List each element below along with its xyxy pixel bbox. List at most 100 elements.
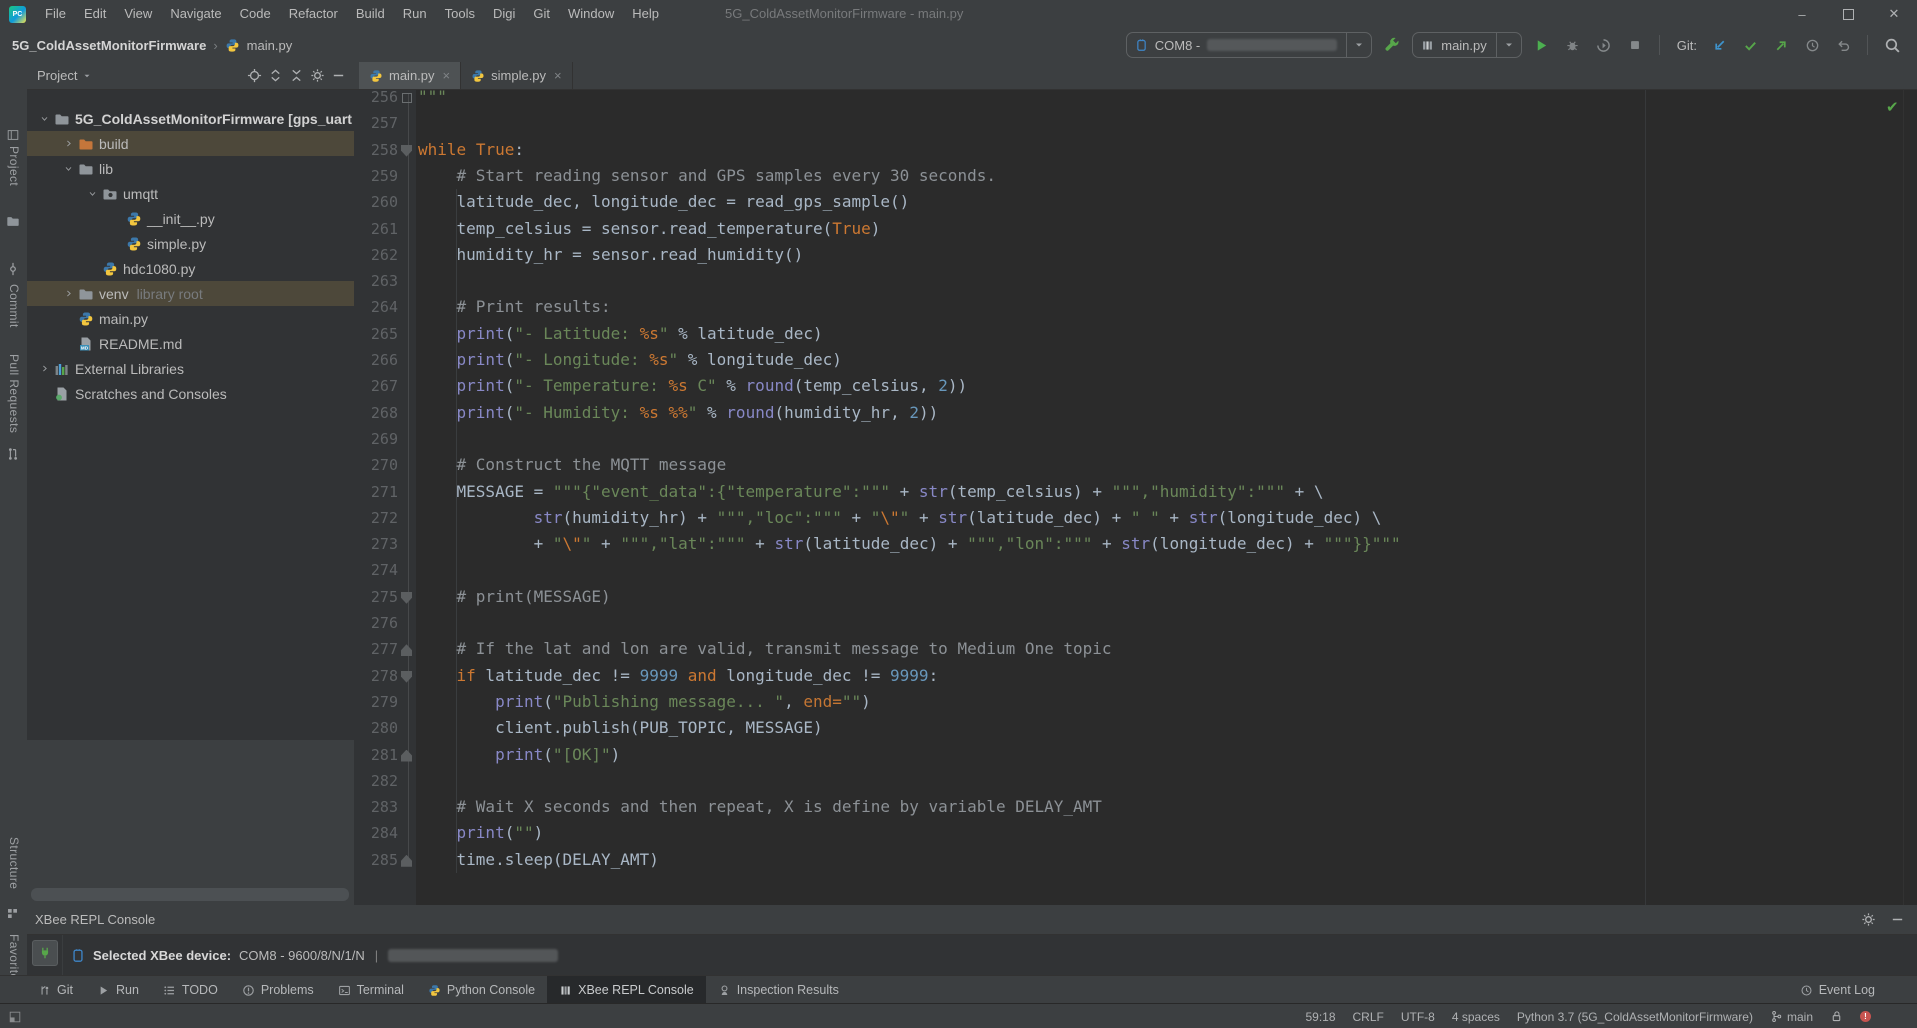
run-config-caret-icon[interactable] [1496,33,1515,57]
maximize-button[interactable] [1825,0,1871,28]
close-button[interactable]: ✕ [1871,0,1917,28]
menu-digi[interactable]: Digi [484,0,524,28]
fold-marker-icon[interactable] [402,93,412,103]
chevron-right-icon[interactable] [59,289,77,298]
tree-item[interactable]: __init__.py [27,206,354,231]
run-config-selector[interactable]: main.py [1412,32,1522,58]
python-icon [125,236,143,252]
inspection-ok-icon[interactable]: ✔ [1886,98,1899,116]
toolwindow-tab-terminal[interactable]: Terminal [326,976,416,1004]
sidebar-item-structure[interactable]: Structure [7,837,21,889]
menu-edit[interactable]: Edit [75,0,115,28]
git-update-button[interactable] [1708,34,1730,56]
tree-item[interactable]: hdc1080.py [27,256,354,281]
toolwindow-tab-problems[interactable]: Problems [230,976,326,1004]
connect-plug-icon[interactable] [32,940,58,966]
tree-item[interactable]: lib [27,156,354,181]
toolwindow-tab-python-console[interactable]: Python Console [416,976,547,1004]
python-interpreter[interactable]: Python 3.7 (5G_ColdAssetMonitorFirmware) [1517,1010,1753,1024]
stop-button[interactable] [1624,34,1646,56]
tree-item[interactable]: main.py [27,306,354,331]
tool-window-switcher-icon[interactable] [0,1010,22,1024]
tree-item[interactable]: MDREADME.md [27,331,354,356]
menu-file[interactable]: File [36,0,75,28]
menu-window[interactable]: Window [559,0,623,28]
menu-run[interactable]: Run [394,0,436,28]
tab-simple.py[interactable]: simple.py× [461,62,573,89]
rollback-button[interactable] [1832,34,1854,56]
tree-item[interactable]: venvlibrary root [27,281,354,306]
debug-button[interactable] [1562,34,1584,56]
sidebar-item-commit[interactable]: Commit [7,284,21,328]
chevron-down-icon[interactable] [83,189,101,198]
panel-settings-gear-icon[interactable] [310,68,325,83]
toolwindow-tab-inspection-results[interactable]: Inspection Results [706,976,851,1004]
tree-item[interactable]: umqtt [27,181,354,206]
device-selector[interactable]: COM8 - [1126,32,1373,58]
sidebar-item-pull-requests[interactable]: Pull Requests [7,354,21,433]
run-icon [97,984,110,997]
breadcrumb-project[interactable]: 5G_ColdAssetMonitorFirmware [12,38,206,53]
tree-item[interactable]: Scratches and Consoles [27,381,354,406]
toolwindow-tab-xbee-repl-console[interactable]: XBee REPL Console [547,976,706,1004]
tree-item[interactable]: 5G_ColdAssetMonitorFirmware [gps_uart [27,106,354,131]
chevron-right-icon[interactable] [59,139,77,148]
chevron-right-icon[interactable] [35,364,53,373]
project-window-icon[interactable] [6,128,20,142]
build-wrench-icon[interactable] [1381,34,1403,56]
run-button[interactable] [1531,34,1553,56]
menu-navigate[interactable]: Navigate [161,0,230,28]
close-tab-icon[interactable]: × [554,68,562,83]
tree-item[interactable]: External Libraries [27,356,354,381]
search-everywhere-icon[interactable] [1881,34,1903,56]
menu-build[interactable]: Build [347,0,394,28]
event-log-button[interactable]: Event Log [1800,976,1917,1004]
folder-icon [53,111,71,127]
sidebar-item-project[interactable]: Project [7,146,21,186]
minimize-button[interactable]: – [1779,0,1825,28]
tab-main.py[interactable]: main.py× [359,62,461,89]
toolwindow-tab-git[interactable]: Git [26,976,85,1004]
git-push-button[interactable] [1770,34,1792,56]
redacted-device-detail [388,949,558,962]
tree-item[interactable]: build [27,131,354,156]
commit-icon[interactable] [6,262,20,276]
breadcrumb-file[interactable]: main.py [247,38,293,53]
expand-all-icon[interactable] [268,68,283,83]
menu-code[interactable]: Code [231,0,280,28]
menu-refactor[interactable]: Refactor [280,0,347,28]
device-dropdown-caret-icon[interactable] [1346,33,1365,57]
chevron-down-icon[interactable] [59,164,77,173]
code-editor[interactable]: ✔ 256"""257258while True:259 # Start rea… [354,90,1917,905]
menu-help[interactable]: Help [623,0,668,28]
git-commit-button[interactable] [1739,34,1761,56]
console-settings-gear-icon[interactable] [1861,912,1876,927]
line-ending[interactable]: CRLF [1353,1010,1384,1024]
console-hide-icon[interactable] [1890,912,1905,927]
menu-git[interactable]: Git [524,0,559,28]
chevron-down-icon[interactable] [35,114,53,123]
toolwindow-tab-todo[interactable]: TODO [151,976,230,1004]
menu-tools[interactable]: Tools [436,0,484,28]
pull-request-icon[interactable] [6,447,20,461]
git-branch-widget[interactable]: main [1770,1010,1813,1024]
project-panel-title[interactable]: Project [37,68,92,83]
folder-stripe-icon[interactable] [6,214,20,228]
menu-view[interactable]: View [115,0,161,28]
locate-file-icon[interactable] [247,68,262,83]
indent-setting[interactable]: 4 spaces [1452,1010,1500,1024]
file-encoding[interactable]: UTF-8 [1401,1010,1435,1024]
project-panel-hscrollbar[interactable] [31,888,349,901]
tree-item[interactable]: simple.py [27,231,354,256]
close-tab-icon[interactable]: × [443,68,451,83]
toolwindow-tab-run[interactable]: Run [85,976,151,1004]
history-button[interactable] [1801,34,1823,56]
structure-icon[interactable] [6,907,19,920]
hide-panel-icon[interactable] [331,68,346,83]
console-title: XBee REPL Console [35,912,155,927]
lock-icon[interactable] [1830,1010,1843,1023]
collapse-all-icon[interactable] [289,68,304,83]
coverage-button[interactable] [1593,34,1615,56]
fatal-error-badge[interactable]: ! [1860,1011,1871,1022]
cursor-position[interactable]: 59:18 [1305,1010,1335,1024]
